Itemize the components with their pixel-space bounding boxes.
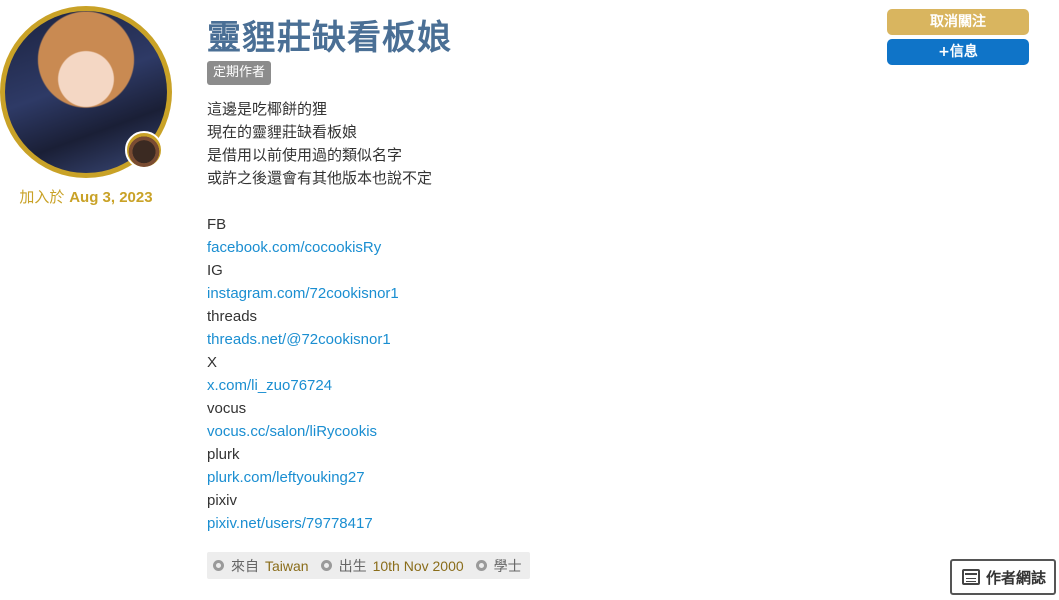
profile-info-bar: 來自 Taiwan 出生 10th Nov 2000 學士 (207, 552, 530, 579)
education-icon (475, 560, 487, 571)
info-education-label: 學士 (493, 558, 522, 575)
message-button[interactable]: +信息 (887, 39, 1029, 65)
social-label-ig: IG (207, 262, 223, 279)
unfollow-button[interactable]: 取消關注 (887, 9, 1029, 35)
author-badge: 定期作者 (207, 61, 272, 85)
social-link-ig[interactable]: instagram.com/72cookisnor1 (207, 285, 399, 302)
social-label-plurk: plurk (207, 446, 240, 463)
info-from: 來自 Taiwan (213, 556, 309, 576)
social-link-threads[interactable]: threads.net/@72cookisnor1 (207, 331, 391, 348)
social-label-vocus: vocus (207, 400, 247, 417)
info-born: 出生 10th Nov 2000 (320, 556, 464, 576)
info-education: 學士 (475, 556, 522, 576)
profile-name: 靈貍莊缺看板娘 (207, 18, 452, 58)
social-label-fb: FB (207, 216, 227, 233)
info-born-label: 出生 (338, 558, 367, 575)
blog-icon (962, 569, 980, 585)
social-link-vocus[interactable]: vocus.cc/salon/liRycookis (207, 423, 377, 440)
social-link-x[interactable]: x.com/li_zuo76724 (207, 377, 332, 394)
joined-info: 加入於 Aug 3, 2023 (0, 186, 172, 207)
social-link-fb[interactable]: facebook.com/cocookisRy (207, 239, 381, 256)
social-label-x: X (207, 354, 218, 371)
bio-line: 現在的靈貍莊缺看板娘 (207, 123, 358, 141)
info-born-value: 10th Nov 2000 (372, 557, 464, 574)
joined-date: Aug 3, 2023 (69, 189, 153, 206)
social-link-plurk[interactable]: plurk.com/leftyouking27 (207, 469, 365, 486)
birthday-icon (320, 560, 332, 571)
avatar-ring[interactable] (0, 6, 172, 178)
avatar-badge-icon (125, 131, 163, 169)
bio: 這邊是吃椰餅的狸 現在的靈貍莊缺看板娘 是借用以前使用過的類似名字 或許之後還會… (207, 98, 807, 535)
info-from-label: 來自 (231, 558, 259, 575)
author-blog-label: 作者網誌 (986, 568, 1047, 587)
bio-line: 是借用以前使用過的類似名字 (207, 146, 403, 164)
bio-line: 或許之後還會有其他版本也說不定 (207, 169, 433, 187)
bio-spacer (207, 190, 807, 213)
bio-line: 這邊是吃椰餅的狸 (207, 100, 328, 118)
joined-label: 加入於 (19, 188, 65, 206)
author-blog-button[interactable]: 作者網誌 (950, 559, 1056, 595)
info-from-value: Taiwan (265, 557, 309, 574)
social-label-threads: threads (207, 308, 258, 325)
social-label-pixiv: pixiv (207, 492, 238, 509)
location-icon (213, 560, 224, 571)
social-link-pixiv[interactable]: pixiv.net/users/79778417 (207, 515, 373, 532)
